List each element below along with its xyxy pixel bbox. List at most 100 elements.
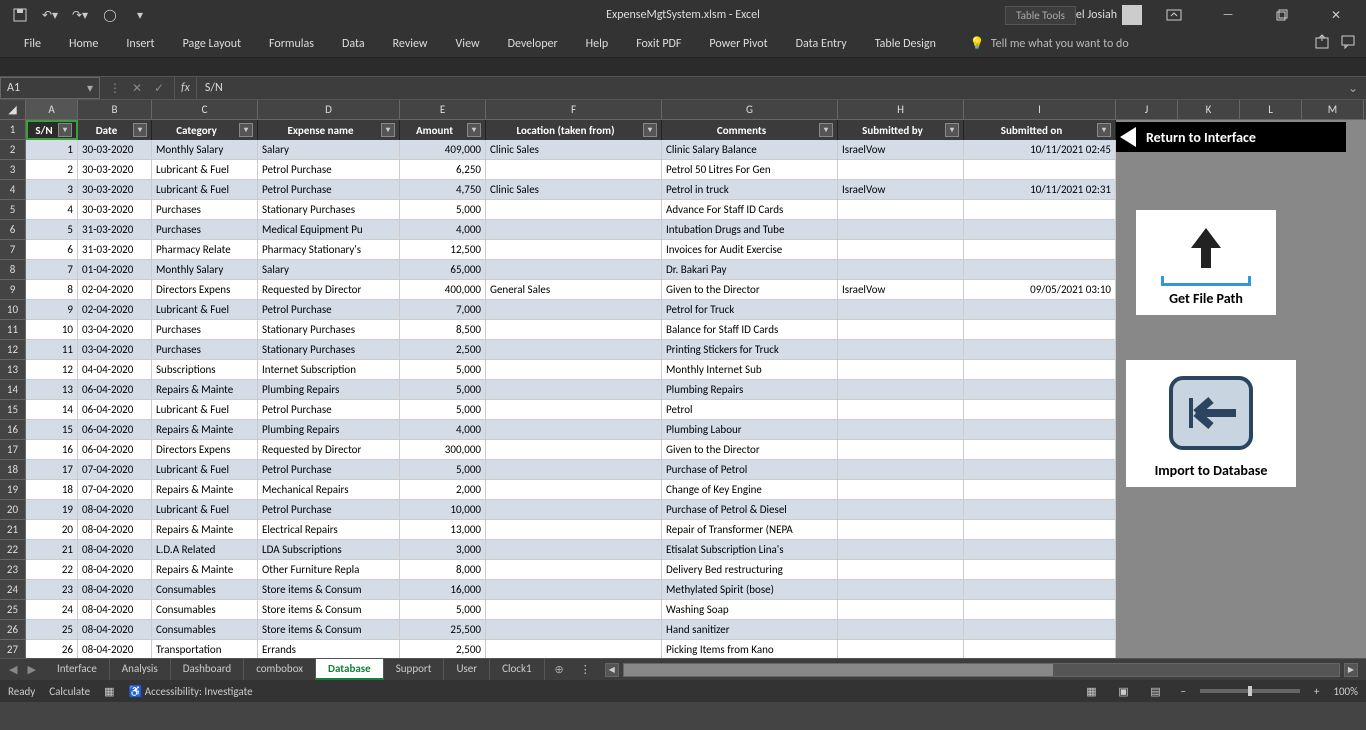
cell[interactable] bbox=[486, 400, 662, 420]
return-to-interface-button[interactable]: Return to Interface bbox=[1116, 122, 1346, 152]
cell[interactable] bbox=[964, 520, 1116, 540]
row-header[interactable]: 2 bbox=[0, 140, 26, 160]
ribbon-tab-table-design[interactable]: Table Design bbox=[861, 31, 950, 57]
cell[interactable]: Advance For Staff ID Cards bbox=[662, 200, 838, 220]
cell[interactable] bbox=[838, 240, 964, 260]
cell[interactable] bbox=[964, 260, 1116, 280]
cell[interactable]: Requested by Director bbox=[258, 280, 400, 300]
cell[interactable] bbox=[486, 380, 662, 400]
cell[interactable]: 10/11/2021 02:45 bbox=[964, 140, 1116, 160]
comments-icon[interactable] bbox=[1340, 34, 1356, 54]
row-header[interactable]: 14 bbox=[0, 380, 26, 400]
cell[interactable]: 06-04-2020 bbox=[78, 420, 152, 440]
cell[interactable]: Purchases bbox=[152, 340, 258, 360]
cell[interactable]: Lubricant & Fuel bbox=[152, 180, 258, 200]
cell[interactable]: Lubricant & Fuel bbox=[152, 160, 258, 180]
col-header-A[interactable]: A bbox=[26, 100, 78, 119]
filter-dropdown-icon[interactable]: ▾ bbox=[643, 123, 657, 137]
cell[interactable]: Repairs & Mainte bbox=[152, 480, 258, 500]
cell[interactable] bbox=[486, 580, 662, 600]
cell[interactable]: 13,000 bbox=[400, 520, 486, 540]
cell[interactable] bbox=[964, 300, 1116, 320]
filter-dropdown-icon[interactable]: ▾ bbox=[1097, 123, 1111, 137]
cell[interactable] bbox=[486, 220, 662, 240]
filter-dropdown-icon[interactable]: ▾ bbox=[133, 123, 147, 137]
cell[interactable]: Subscriptions bbox=[152, 360, 258, 380]
cell[interactable]: Petrol Purchase bbox=[258, 460, 400, 480]
cell[interactable]: 2,000 bbox=[400, 480, 486, 500]
th-comments[interactable]: Comments▾ bbox=[662, 120, 838, 140]
cell[interactable]: 03-04-2020 bbox=[78, 320, 152, 340]
cell[interactable]: 4,000 bbox=[400, 420, 486, 440]
cell[interactable] bbox=[964, 420, 1116, 440]
cell[interactable]: L.D.A Related bbox=[152, 540, 258, 560]
th-submittedby[interactable]: Submitted by▾ bbox=[838, 120, 964, 140]
cell[interactable]: 5 bbox=[26, 220, 78, 240]
row-header[interactable]: 24 bbox=[0, 580, 26, 600]
cell[interactable]: Requested by Director bbox=[258, 440, 400, 460]
cell[interactable] bbox=[838, 320, 964, 340]
cell[interactable] bbox=[964, 460, 1116, 480]
cell[interactable] bbox=[838, 300, 964, 320]
macro-record-icon[interactable]: ▦ bbox=[104, 685, 114, 698]
share-icon[interactable] bbox=[1314, 34, 1330, 54]
cell[interactable] bbox=[964, 360, 1116, 380]
cell[interactable]: 30-03-2020 bbox=[78, 200, 152, 220]
cell[interactable]: 4,750 bbox=[400, 180, 486, 200]
row-header[interactable]: 26 bbox=[0, 620, 26, 640]
formula-expand-icon[interactable]: ⌄ bbox=[1340, 81, 1366, 96]
cell[interactable]: 25 bbox=[26, 620, 78, 640]
cell[interactable]: 18 bbox=[26, 480, 78, 500]
cell[interactable] bbox=[486, 600, 662, 620]
cell[interactable] bbox=[486, 440, 662, 460]
cell[interactable]: 7,000 bbox=[400, 300, 486, 320]
cell[interactable]: 26 bbox=[26, 640, 78, 658]
cell[interactable]: Repairs & Mainte bbox=[152, 520, 258, 540]
row-header[interactable]: 8 bbox=[0, 260, 26, 280]
cell[interactable]: Stationary Purchases bbox=[258, 200, 400, 220]
col-header-J[interactable]: J bbox=[1116, 100, 1178, 119]
cell[interactable]: Petrol Purchase bbox=[258, 400, 400, 420]
cell[interactable] bbox=[486, 200, 662, 220]
cell[interactable]: Picking Items from Kano bbox=[662, 640, 838, 658]
cell[interactable]: 9 bbox=[26, 300, 78, 320]
ribbon-options-icon[interactable] bbox=[1152, 0, 1196, 30]
cell[interactable] bbox=[838, 460, 964, 480]
cell[interactable]: Monthly Salary bbox=[152, 140, 258, 160]
cell[interactable]: 65,000 bbox=[400, 260, 486, 280]
cell[interactable]: 10 bbox=[26, 320, 78, 340]
cell[interactable]: IsraelVow bbox=[838, 180, 964, 200]
minimize-icon[interactable]: — bbox=[1206, 0, 1250, 30]
sheet-nav-next-icon[interactable]: ▶ bbox=[24, 663, 38, 676]
cell[interactable]: Purchases bbox=[152, 320, 258, 340]
cell[interactable] bbox=[964, 220, 1116, 240]
cell[interactable]: 08-04-2020 bbox=[78, 620, 152, 640]
cell[interactable] bbox=[838, 480, 964, 500]
cell[interactable]: Change of Key Engine bbox=[662, 480, 838, 500]
row-header[interactable]: 22 bbox=[0, 540, 26, 560]
col-header-I[interactable]: I bbox=[964, 100, 1116, 119]
cell[interactable]: 30-03-2020 bbox=[78, 160, 152, 180]
cell[interactable]: Repairs & Mainte bbox=[152, 420, 258, 440]
cell[interactable]: Stationary Purchases bbox=[258, 340, 400, 360]
cell[interactable]: 5,000 bbox=[400, 380, 486, 400]
cell[interactable]: 19 bbox=[26, 500, 78, 520]
cell[interactable]: Petrol for Truck bbox=[662, 300, 838, 320]
cell[interactable]: 5,000 bbox=[400, 400, 486, 420]
cell[interactable]: 5,000 bbox=[400, 360, 486, 380]
cell[interactable]: Salary bbox=[258, 260, 400, 280]
zoom-out-button[interactable]: − bbox=[1176, 685, 1189, 698]
cell[interactable]: 30-03-2020 bbox=[78, 180, 152, 200]
row-header[interactable]: 20 bbox=[0, 500, 26, 520]
cell[interactable]: Balance for Staff ID Cards bbox=[662, 320, 838, 340]
ribbon-tab-help[interactable]: Help bbox=[572, 31, 623, 57]
ribbon-tab-file[interactable]: File bbox=[10, 31, 55, 57]
row-header[interactable]: 18 bbox=[0, 460, 26, 480]
row-header[interactable]: 6 bbox=[0, 220, 26, 240]
th-location[interactable]: Location (taken from)▾ bbox=[486, 120, 662, 140]
cell[interactable]: 04-04-2020 bbox=[78, 360, 152, 380]
col-header-D[interactable]: D bbox=[258, 100, 400, 119]
cell[interactable] bbox=[838, 360, 964, 380]
sheet-tab-support[interactable]: Support bbox=[384, 659, 445, 680]
cell[interactable]: IsraelVow bbox=[838, 280, 964, 300]
